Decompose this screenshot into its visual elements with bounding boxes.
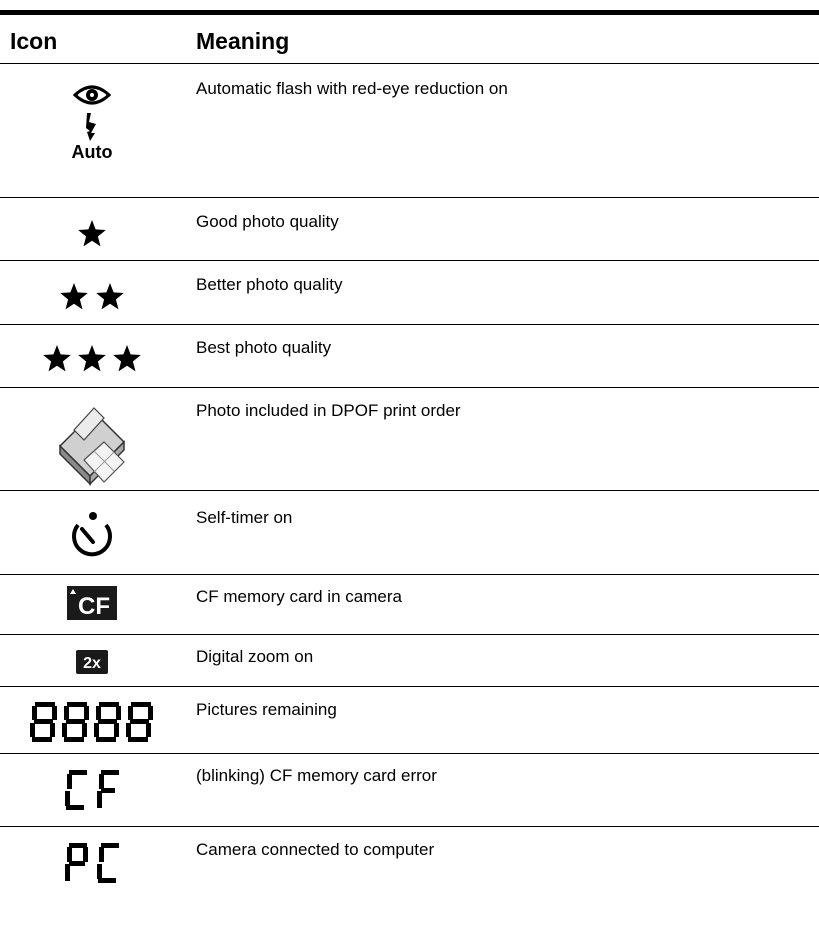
segment xyxy=(30,723,35,737)
eye-icon xyxy=(72,85,112,105)
segment xyxy=(82,723,87,737)
segment xyxy=(96,737,116,742)
segment xyxy=(128,737,148,742)
segment xyxy=(64,706,69,720)
segment xyxy=(96,706,101,720)
segment xyxy=(84,706,89,720)
segment xyxy=(94,723,99,737)
segment xyxy=(148,706,153,720)
zoom-label: 2x xyxy=(83,655,101,672)
row-divider xyxy=(0,753,819,754)
row-divider xyxy=(0,574,819,575)
segment-8888-icon xyxy=(0,702,184,742)
table-top-rule xyxy=(0,10,819,15)
self-timer-icon xyxy=(0,510,184,562)
dpof-printer-icon xyxy=(0,402,184,488)
row-divider xyxy=(0,63,819,64)
segment-8888-display xyxy=(30,702,153,742)
segment xyxy=(52,706,57,720)
segment xyxy=(50,723,55,737)
row-divider xyxy=(0,826,819,827)
row-meaning-self-timer: Self-timer on xyxy=(196,508,293,527)
digital-zoom-icon: 2x xyxy=(0,650,184,674)
row-divider xyxy=(0,387,819,388)
row-meaning-flash: Automatic flash with red-eye reduction o… xyxy=(196,79,508,98)
column-header-meaning: Meaning xyxy=(196,28,290,54)
segment-cf-icon xyxy=(0,770,184,812)
three-star-icon xyxy=(0,344,184,374)
row-meaning-pictures-remaining: Pictures remaining xyxy=(196,700,337,719)
flash-auto-label: Auto xyxy=(71,142,113,162)
row-meaning-better-quality: Better photo quality xyxy=(196,275,343,294)
segment xyxy=(32,706,37,720)
row-meaning-dpof: Photo included in DPOF print order xyxy=(196,401,461,420)
row-divider xyxy=(0,490,819,491)
row-meaning-good-quality: Good photo quality xyxy=(196,212,339,231)
segment xyxy=(114,723,119,737)
flash-redeye-auto-icon: Auto xyxy=(0,82,184,163)
segment xyxy=(64,737,84,742)
cf-card-label: CF xyxy=(78,593,110,620)
row-meaning-zoom: Digital zoom on xyxy=(196,647,314,666)
row-divider xyxy=(0,260,819,261)
row-meaning-pc: Camera connected to computer xyxy=(196,840,435,859)
two-star-icon xyxy=(0,282,184,312)
one-star-icon xyxy=(0,219,184,249)
row-meaning-cf-error: (blinking) CF memory card error xyxy=(196,766,437,785)
row-meaning-best-quality: Best photo quality xyxy=(196,338,332,357)
row-divider xyxy=(0,686,819,687)
row-meaning-cf-card: CF memory card in camera xyxy=(196,587,402,606)
cf-card-icon: CF xyxy=(0,586,184,620)
row-divider xyxy=(0,634,819,635)
segment xyxy=(116,706,121,720)
segment xyxy=(146,723,151,737)
column-header-icon: Icon xyxy=(10,28,58,54)
segment xyxy=(126,723,131,737)
segment xyxy=(32,737,52,742)
row-divider xyxy=(0,197,819,198)
flash-bolt-icon xyxy=(86,113,96,141)
row-divider xyxy=(0,324,819,325)
segment xyxy=(128,706,133,720)
segment xyxy=(62,723,67,737)
segment-pc-icon xyxy=(0,843,184,885)
